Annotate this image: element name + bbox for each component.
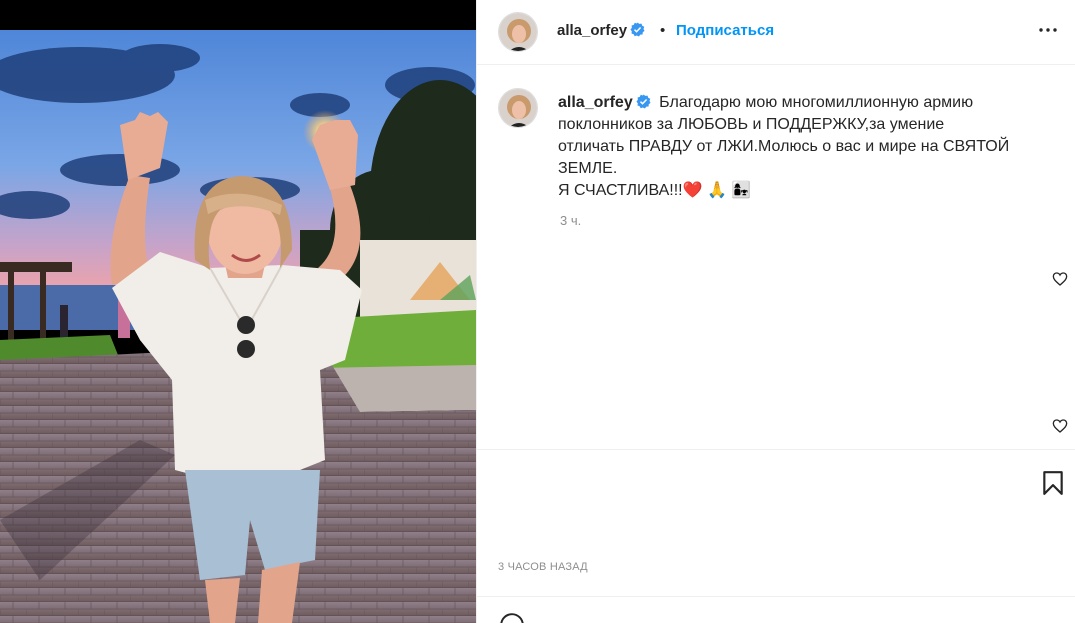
verified-badge-icon	[630, 22, 645, 37]
post-photo[interactable]	[0, 0, 476, 623]
separator-dot: •	[660, 22, 666, 39]
caption-text: Благодарю мою многомиллионную армию	[659, 94, 974, 111]
verified-badge-icon	[636, 94, 651, 109]
post-caption: alla_orfey Благодарю мою многомиллионную…	[558, 92, 1058, 202]
username-text[interactable]: alla_orfey	[557, 22, 627, 39]
caption-username[interactable]: alla_orfey	[558, 94, 651, 111]
caption-text: ЗЕМЛЕ.	[558, 160, 618, 177]
caption-text: поклонников за ЛЮБОВЬ и ПОДДЕРЖКУ,за уме…	[558, 116, 945, 133]
post-timestamp[interactable]: 3 часов назад	[498, 561, 588, 573]
caption-text: отличать ПРАВДУ от ЛЖИ.Молюсь о вас и ми…	[558, 138, 1010, 155]
caption-avatar[interactable]	[498, 88, 538, 128]
more-horizontal-icon[interactable]	[1036, 18, 1060, 42]
caption-text: Я СЧАСТЛИВА!!!❤️ 🙏 👩‍👧	[558, 182, 752, 199]
avatar-image	[499, 13, 537, 51]
bookmark-icon[interactable]	[1040, 470, 1066, 496]
avatar-image	[499, 89, 537, 127]
avatar[interactable]	[498, 12, 538, 52]
caption-line-1: alla_orfey Благодарю мою многомиллионную…	[558, 92, 1058, 114]
caption-age[interactable]: 3 ч.	[560, 213, 581, 228]
post-header: alla_orfey • Подписаться	[477, 0, 1075, 65]
divider	[477, 449, 1075, 450]
emoji-icon[interactable]	[499, 612, 525, 623]
heart-icon[interactable]	[1052, 271, 1068, 287]
caption-username-text[interactable]: alla_orfey	[558, 94, 633, 111]
divider	[477, 596, 1075, 597]
heart-icon[interactable]	[1052, 418, 1068, 434]
post-side-panel: alla_orfey • Подписаться alla_orfey Благ…	[476, 0, 1075, 623]
username[interactable]: alla_orfey	[557, 22, 645, 39]
follow-button[interactable]: Подписаться	[676, 22, 774, 39]
post-photo-scene	[0, 0, 476, 623]
